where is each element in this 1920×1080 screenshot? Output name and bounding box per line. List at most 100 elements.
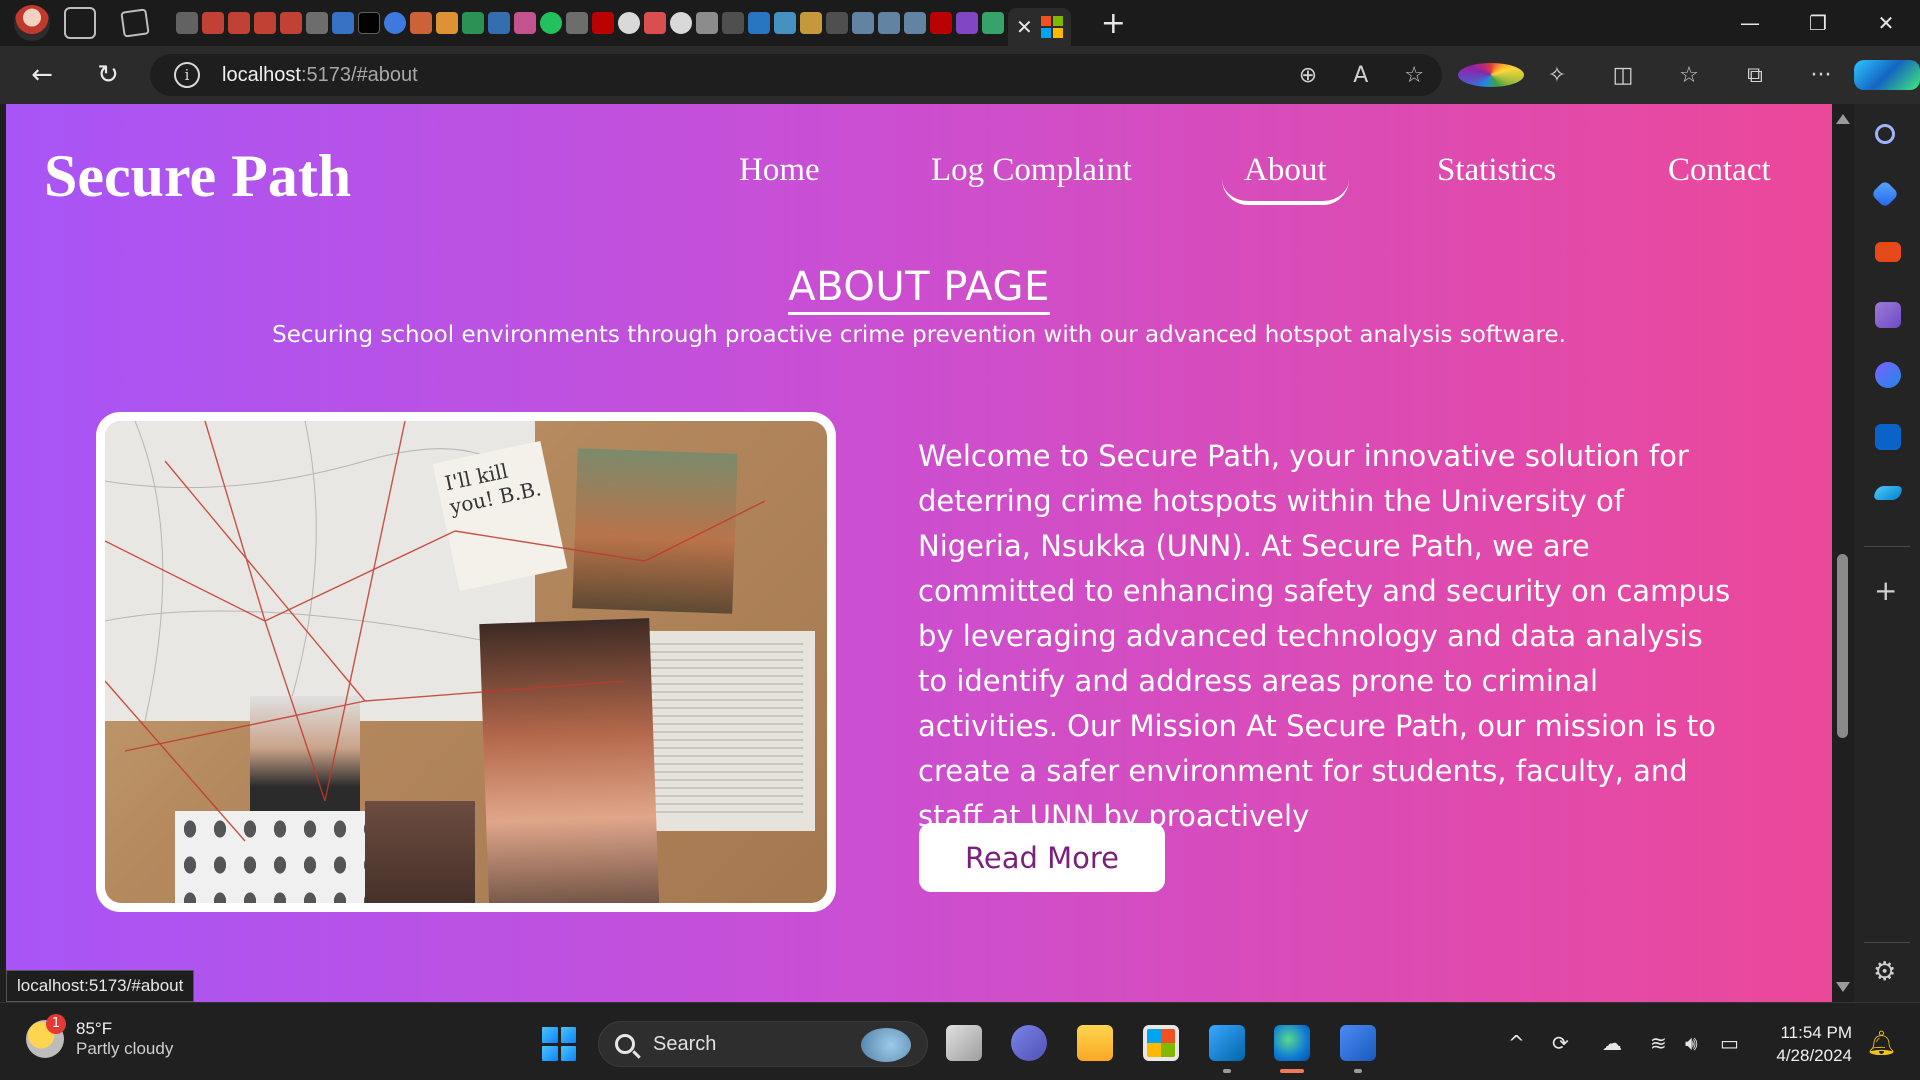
nav-contact[interactable]: Contact: [1668, 152, 1771, 189]
tab-favicon[interactable]: [800, 12, 822, 34]
sidebar-divider: [1864, 942, 1910, 943]
google-icon[interactable]: [384, 12, 406, 34]
toolbar-actions: ✧ ◫ ☆ ⧉ ···: [1458, 46, 1920, 104]
copilot-sidebar-icon[interactable]: [1875, 362, 1901, 388]
address-bar[interactable]: i localhost:5173/#about ⊕ A ☆: [150, 54, 1442, 96]
site-brand[interactable]: Secure Path: [44, 142, 351, 211]
tab-favicon[interactable]: [904, 12, 926, 34]
x-icon[interactable]: [358, 12, 380, 34]
nav-home[interactable]: Home: [739, 152, 820, 189]
tab-favicon[interactable]: [774, 12, 796, 34]
youtube-icon[interactable]: [592, 12, 614, 34]
tab-favicon[interactable]: [566, 12, 588, 34]
vscode-icon[interactable]: [1209, 1025, 1245, 1073]
extensions-icon[interactable]: ✧: [1524, 63, 1590, 88]
tools-briefcase-icon[interactable]: [1875, 242, 1901, 262]
nav-log-complaint[interactable]: Log Complaint: [931, 152, 1132, 189]
notification-badge: 1: [46, 1014, 66, 1034]
wifi-icon[interactable]: ≋: [1650, 1031, 1667, 1055]
telegram-send-icon[interactable]: [1872, 486, 1904, 500]
nav-statistics[interactable]: Statistics: [1437, 152, 1556, 189]
weather-temp: 85°F: [76, 1019, 113, 1038]
page-scrollbar[interactable]: [1832, 104, 1854, 1002]
tab-favicon[interactable]: [826, 12, 848, 34]
tab-favicon[interactable]: [436, 12, 458, 34]
notification-bell-icon[interactable]: 🔔︎: [1866, 1029, 1896, 1057]
github-icon[interactable]: [618, 12, 640, 34]
collections-icon[interactable]: ⧉: [1722, 63, 1788, 88]
scrollbar-thumb[interactable]: [1837, 554, 1848, 738]
tab-favicon[interactable]: [514, 12, 536, 34]
edge-browser-icon[interactable]: [1274, 1025, 1310, 1073]
scroll-up-arrow-icon[interactable]: [1836, 114, 1850, 124]
read-aloud-icon[interactable]: A: [1353, 63, 1368, 88]
refresh-icon[interactable]: ↻: [88, 55, 128, 95]
tab-favicon[interactable]: [176, 12, 198, 34]
add-sidebar-app-icon[interactable]: +: [1874, 574, 1897, 607]
microsoft-icon: [1040, 16, 1063, 38]
workspaces-icon[interactable]: [64, 7, 96, 39]
gmail-icon[interactable]: [280, 12, 302, 34]
onedrive-icon[interactable]: ☁: [1602, 1031, 1622, 1055]
gmail-icon[interactable]: [254, 12, 276, 34]
scroll-down-arrow-icon[interactable]: [1836, 982, 1850, 992]
zoom-icon[interactable]: ⊕: [1299, 63, 1317, 88]
outlook-icon[interactable]: [1875, 424, 1901, 450]
more-icon[interactable]: ···: [1788, 63, 1854, 88]
status-url-tooltip: localhost:5173/#about: [6, 970, 195, 1002]
tab-favicon[interactable]: [488, 12, 510, 34]
github-icon[interactable]: [670, 12, 692, 34]
gmail-icon[interactable]: [228, 12, 250, 34]
nav-about[interactable]: About: [1222, 152, 1348, 205]
copilot-icon[interactable]: [1854, 60, 1920, 90]
split-screen-icon[interactable]: ◫: [1590, 63, 1656, 88]
shopping-tag-icon[interactable]: [1870, 179, 1900, 209]
tab-favicon[interactable]: [410, 12, 432, 34]
tab-favicon[interactable]: [696, 12, 718, 34]
info-icon[interactable]: i: [174, 62, 200, 88]
new-tab-button[interactable]: +: [1101, 6, 1126, 41]
youtube-icon[interactable]: [930, 12, 952, 34]
search-icon[interactable]: [1875, 124, 1895, 144]
teams-chat-icon[interactable]: [1011, 1025, 1047, 1061]
system-clock[interactable]: 11:54 PM 4/28/2024: [1758, 1021, 1852, 1067]
close-window-button[interactable]: ✕: [1852, 0, 1920, 46]
task-view-icon[interactable]: [946, 1025, 982, 1061]
tab-favicon[interactable]: [852, 12, 874, 34]
start-button[interactable]: [542, 1027, 576, 1061]
profile-avatar[interactable]: [14, 5, 50, 41]
chevron-up-icon[interactable]: ^: [1508, 1031, 1525, 1055]
tab-favicon[interactable]: [202, 12, 224, 34]
back-arrow-icon[interactable]: ←: [22, 55, 62, 95]
tab-favicon[interactable]: [462, 12, 484, 34]
whatsapp-icon[interactable]: [540, 12, 562, 34]
color-extension-icon[interactable]: [1458, 63, 1524, 87]
sync-icon[interactable]: ⟳: [1552, 1031, 1569, 1055]
games-icon[interactable]: [1875, 302, 1901, 328]
weather-widget[interactable]: 1 85°F Partly cloudy: [26, 1014, 173, 1059]
volume-icon[interactable]: 🔊︎: [1685, 1031, 1698, 1055]
restore-button[interactable]: ❐: [1784, 0, 1852, 46]
word-icon[interactable]: [1340, 1025, 1376, 1073]
active-tab[interactable]: ✕: [1008, 8, 1071, 46]
tab-actions-icon[interactable]: [120, 8, 150, 38]
tab-favicon[interactable]: [306, 12, 328, 34]
tab-favicon[interactable]: [878, 12, 900, 34]
tab-favicon[interactable]: [644, 12, 666, 34]
tab-favicon[interactable]: [748, 12, 770, 34]
read-more-button[interactable]: Read More: [919, 823, 1165, 892]
tab-favicon[interactable]: [722, 12, 744, 34]
favorite-star-icon[interactable]: ☆: [1404, 63, 1424, 88]
tab-favicon[interactable]: [956, 12, 978, 34]
close-tab-icon[interactable]: ✕: [1016, 15, 1033, 39]
favorites-icon[interactable]: ☆: [1656, 63, 1722, 88]
tab-favicon[interactable]: [982, 12, 1004, 34]
gear-icon[interactable]: ⚙: [1873, 957, 1896, 987]
tab-favicon[interactable]: [332, 12, 354, 34]
taskbar-search[interactable]: Search: [598, 1021, 928, 1067]
battery-icon[interactable]: ▭: [1720, 1031, 1739, 1055]
file-explorer-icon[interactable]: [1077, 1025, 1113, 1061]
url-text[interactable]: localhost:5173/#about: [222, 64, 418, 87]
microsoft-store-icon[interactable]: [1143, 1025, 1179, 1061]
minimize-button[interactable]: —: [1716, 0, 1784, 46]
